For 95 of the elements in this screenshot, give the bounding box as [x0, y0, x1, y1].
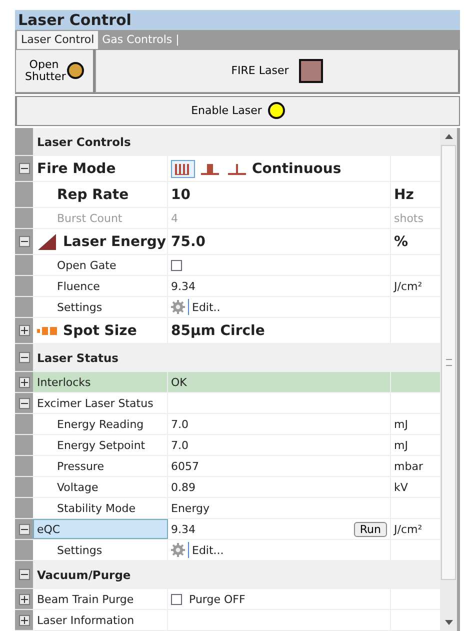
property-value: 10 [171, 186, 190, 202]
property-name: Beam Train Purge [37, 592, 134, 606]
expand-toggle-icon[interactable] [18, 524, 30, 534]
checkbox[interactable] [171, 594, 182, 604]
unit-label: mbar [394, 460, 423, 472]
expand-toggle-icon[interactable] [18, 163, 30, 174]
property-value: 6057 [171, 460, 199, 472]
window-title: Laser Control [15, 10, 460, 30]
scroll-down-icon[interactable] [444, 620, 452, 625]
property-value: 0.89 [171, 480, 196, 494]
property-value: 7.0 [171, 418, 188, 430]
expand-toggle-icon[interactable] [18, 594, 30, 604]
expand-toggle-icon[interactable] [18, 236, 30, 247]
property-row[interactable]: Spot Size 85µm Circle [15, 318, 440, 344]
expand-toggle-icon[interactable] [18, 614, 30, 626]
run-button[interactable]: Run [354, 522, 387, 536]
property-value: OK [171, 376, 187, 388]
property-name: Energy Reading [57, 418, 144, 430]
property-value: 4 [171, 212, 178, 224]
property-value: Energy [171, 502, 210, 514]
scrollbar[interactable] [440, 128, 457, 631]
property-value: Edit... [192, 544, 224, 556]
tab[interactable]: Laser Control [17, 31, 98, 49]
property-name: eQC [37, 522, 60, 536]
section-title: Vacuum/Purge [37, 568, 131, 582]
unit-label: mJ [394, 438, 408, 452]
section-header[interactable]: Vacuum/Purge [15, 561, 440, 589]
property-row[interactable]: Voltage 0.89 kV [15, 477, 440, 498]
property-name: Stability Mode [57, 502, 136, 514]
property-value: 7.0 [171, 438, 188, 452]
property-row[interactable]: Settings Edit... [15, 540, 440, 561]
property-value: Continuous [252, 160, 342, 176]
gear-icon [171, 300, 185, 314]
collapse-toggle-icon[interactable] [18, 352, 30, 363]
property-row[interactable]: Energy Setpoint 7.0 mJ [15, 435, 440, 456]
expand-toggle-icon[interactable] [18, 325, 30, 336]
property-value: Edit.. [192, 300, 220, 314]
property-value: 75.0 [171, 234, 206, 250]
expand-toggle-icon[interactable] [18, 376, 30, 388]
property-row[interactable]: Open Gate [15, 255, 440, 276]
property-row[interactable]: Excimer Laser Status [15, 393, 440, 414]
expand-toggle-icon[interactable] [18, 398, 30, 408]
property-name: Fluence [57, 280, 100, 292]
gear-icon [171, 543, 185, 557]
property-row[interactable]: Rep Rate 10 Hz [15, 182, 440, 208]
section-header[interactable]: Laser Status [15, 344, 440, 372]
unit-label: % [394, 234, 408, 250]
collapse-toggle-icon[interactable] [18, 569, 30, 580]
section-header[interactable]: Laser Controls [15, 128, 440, 156]
property-row[interactable]: Laser Information [15, 610, 440, 631]
unit-label: Hz [394, 186, 414, 202]
scroll-up-icon[interactable] [444, 134, 452, 139]
property-name: Burst Count [57, 212, 122, 224]
property-name: Settings [57, 300, 102, 314]
section-title: Laser Controls [37, 134, 131, 148]
property-name: Laser Information [37, 614, 134, 626]
lamp-button[interactable]: FIRE Laser [95, 48, 460, 93]
property-row[interactable]: Pressure 6057 mbar [15, 456, 440, 477]
unit-label: shots [394, 212, 424, 224]
property-row[interactable]: Fire Mode Continuous [15, 156, 440, 182]
property-name: Settings [57, 544, 102, 556]
property-row[interactable]: Fluence 9.34 J/cm² [15, 276, 440, 297]
property-row[interactable]: Stability Mode Energy [15, 498, 440, 519]
property-name: Spot Size [63, 322, 137, 338]
unit-label: J/cm² [394, 522, 422, 536]
section-title: Laser Status [37, 350, 118, 364]
property-row[interactable]: Interlocks OK [15, 372, 440, 393]
unit-label: mJ [394, 418, 408, 430]
unit-label: J/cm² [394, 280, 422, 292]
enable-laser-button[interactable]: Enable Laser [15, 96, 460, 126]
property-name: Excimer Laser Status [37, 396, 154, 410]
property-name: Open Gate [57, 258, 116, 272]
property-value: 9.34 [171, 522, 196, 536]
property-row[interactable]: Laser Energy 75.0 % [15, 229, 440, 255]
unit-label: kV [394, 480, 408, 494]
property-row[interactable]: Energy Reading 7.0 mJ [15, 414, 440, 435]
property-name: Interlocks [37, 376, 91, 388]
property-row[interactable]: eQC 9.34 Run J/cm² [15, 519, 440, 540]
checkbox-label: Purge OFF [189, 592, 246, 606]
property-row[interactable]: Beam Train Purge Purge OFF [15, 589, 440, 610]
dots-icon [37, 326, 57, 334]
burst-mode-icon[interactable] [171, 160, 195, 178]
checkbox[interactable] [171, 260, 182, 270]
property-name: Pressure [57, 460, 104, 472]
property-name: Voltage [57, 480, 98, 494]
property-name: Rep Rate [57, 186, 129, 202]
scroll-thumb[interactable] [441, 145, 456, 580]
property-name: Energy Setpoint [57, 438, 146, 452]
property-value: 9.34 [171, 280, 196, 292]
property-name: Laser Energy [63, 234, 166, 250]
lamp-button[interactable]: Open Shutter [15, 48, 95, 93]
property-name: Fire Mode [37, 160, 116, 176]
wedge-icon [37, 232, 57, 250]
property-value: 85µm Circle [171, 322, 265, 338]
property-row[interactable]: Settings Edit.. [15, 297, 440, 318]
